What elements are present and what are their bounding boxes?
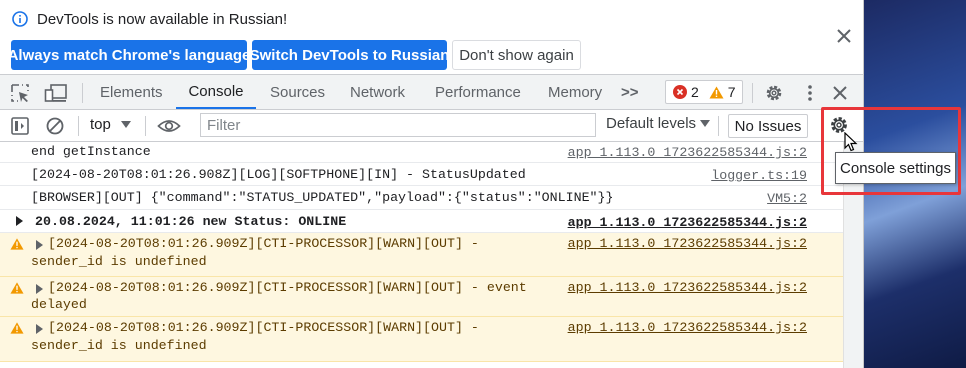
toolbar-divider [78,116,79,136]
filter-input[interactable]: Filter [200,113,596,137]
warning-count: 7 [727,84,736,100]
log-message: [2024-08-20T08:01:26.908Z][LOG][SOFTPHON… [31,167,526,182]
log-message: [BROWSER][OUT] {"command":"STATUS_UPDATE… [31,190,614,205]
group-row[interactable]: 20.08.2024, 11:01:26 new Status: ONLINE … [0,210,843,233]
expand-triangle-icon[interactable] [36,284,43,294]
log-levels-label: Default levels [606,115,697,132]
warning-icon [10,282,24,294]
devtools-window: DevTools is now available in Russian! Al… [0,0,864,368]
language-infobar: DevTools is now available in Russian! Al… [0,0,863,74]
clear-console-icon[interactable] [45,116,65,136]
expand-triangle-icon[interactable] [16,216,23,226]
group-message: 20.08.2024, 11:01:26 new Status: ONLINE [35,214,347,229]
console-settings-tooltip: Console settings [835,152,956,184]
settings-icon[interactable] [764,83,784,103]
warning-row[interactable]: [2024-08-20T08:01:26.909Z][CTI-PROCESSOR… [0,277,843,317]
warning-row[interactable]: [2024-08-20T08:01:26.909Z][CTI-PROCESSOR… [0,317,843,362]
issue-counter[interactable]: 2 7 [665,80,743,104]
sidebar-icon[interactable] [10,116,30,136]
tab-memory[interactable]: Memory [548,75,602,109]
log-levels-dropdown[interactable]: Default levels [606,115,711,132]
always-match-language-button[interactable]: Always match Chrome's language [8,40,250,70]
tab-sources[interactable]: Sources [270,75,325,109]
tab-elements[interactable]: Elements [100,75,163,109]
toolbar-divider [145,116,146,136]
inspect-icon[interactable] [10,83,30,103]
tab-performance[interactable]: Performance [435,75,521,109]
panel-tabbar: Elements Console Sources Network Perform… [0,74,863,110]
toolbar-divider [718,116,719,136]
warning-message-line2: delayed [31,297,87,312]
error-icon [673,85,687,99]
chevron-down-icon [700,119,711,127]
dont-show-again-button[interactable]: Don't show again [452,40,581,70]
warning-row[interactable]: [2024-08-20T08:01:26.909Z][CTI-PROCESSOR… [0,233,843,277]
console-messages: end getInstance app_1.113.0_172362258534… [0,142,843,368]
context-value: top [90,116,111,133]
kebab-menu-icon[interactable] [800,83,820,103]
expand-triangle-icon[interactable] [36,240,43,250]
switch-to-russian-button[interactable]: Switch DevTools to Russian [250,40,449,70]
device-toggle-icon[interactable] [44,83,68,103]
source-link[interactable]: app_1.113.0_1723622585344.js:2 [568,145,807,160]
source-link[interactable]: app_1.113.0_1723622585344.js:2 [568,236,807,251]
warning-icon [709,86,724,98]
tab-console[interactable]: Console [176,75,256,109]
log-message: end getInstance [31,144,151,159]
issues-button[interactable]: No Issues [728,114,808,138]
chevron-down-icon [120,120,131,128]
warning-message-line1: [2024-08-20T08:01:26.909Z][CTI-PROCESSOR… [48,320,479,335]
log-row: [BROWSER][OUT] {"command":"STATUS_UPDATE… [0,186,843,210]
source-link[interactable]: VM5:2 [767,191,807,206]
warning-message-line2: sender_id is undefined [31,338,207,353]
source-link[interactable]: app_1.113.0_1723622585344.js:2 [568,320,807,335]
warning-icon [10,322,24,334]
warning-message-line2: sender_id is undefined [31,254,207,269]
context-selector[interactable]: top [90,116,131,133]
expand-triangle-icon[interactable] [36,324,43,334]
tab-network[interactable]: Network [350,75,405,109]
more-tabs-button[interactable]: >> [621,75,639,109]
toolbar-divider [82,83,83,103]
warning-icon [10,238,24,250]
cursor-icon [844,132,858,152]
warning-message-line1: [2024-08-20T08:01:26.909Z][CTI-PROCESSOR… [48,236,479,251]
infobar-message: DevTools is now available in Russian! [37,11,288,28]
close-devtools-icon[interactable] [830,83,850,103]
source-link[interactable]: app_1.113.0_1723622585344.js:2 [568,215,807,230]
warning-message-line1: [2024-08-20T08:01:26.909Z][CTI-PROCESSOR… [48,280,527,295]
error-count: 2 [691,84,699,100]
log-row: end getInstance app_1.113.0_172362258534… [0,142,843,163]
log-row: [2024-08-20T08:01:26.908Z][LOG][SOFTPHON… [0,163,843,186]
source-link[interactable]: app_1.113.0_1723622585344.js:2 [568,280,807,295]
source-link[interactable]: logger.ts:19 [711,168,807,183]
info-icon [12,11,28,27]
toolbar-divider [752,83,753,103]
console-toolbar: top Filter Default levels No Issues [0,110,863,142]
close-icon[interactable] [835,27,853,45]
eye-icon[interactable] [157,116,181,136]
